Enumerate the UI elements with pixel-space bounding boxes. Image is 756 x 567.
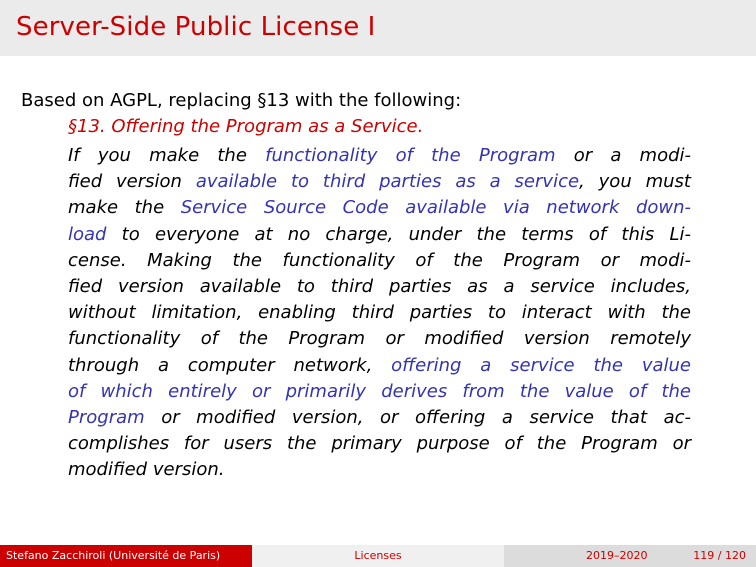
body-line: make the Service Source Code available v… [68,195,691,221]
footer-info-box: 2019–2020 119 / 120 [504,545,756,567]
body-line: of which entirely or primarily derives f… [68,379,691,405]
highlighted-phrase: of which entirely or primarily derives f… [68,380,691,402]
body-line: fied version available to third parties … [68,169,691,195]
title-bar: Server-Side Public License I [0,0,756,56]
body-phrase: without limitation, enabling third parti… [68,302,691,324]
body-line: modified version. [68,457,691,483]
body-phrase: or a modi- [555,145,692,166]
body-phrase: If you make the [68,145,266,166]
body-line: load to everyone at no charge, under the… [68,222,691,248]
body-phrase: through a computer network, [68,354,392,376]
license-body: If you make the functionality of the Pro… [68,143,691,484]
body-phrase: or modified version, or offering a servi… [144,407,691,429]
body-phrase: fied version available to third parties … [68,276,691,298]
footer-topic-box: Licenses [252,545,504,567]
highlighted-phrase: functionality of the Program [265,145,556,166]
footer-author-box: Stefano Zacchiroli (Université de Paris) [0,545,252,567]
footer-topic: Licenses [354,549,402,562]
footer-page-number: 119 / 120 [693,549,746,562]
highlighted-phrase: available to third parties as a service [195,171,580,193]
body-line: through a computer network, offering a s… [68,353,691,379]
lead-text: Based on AGPL, replacing §13 with the fo… [21,90,462,111]
body-line: without limitation, enabling third parti… [68,300,691,326]
body-phrase: functionality of the Program or modified… [68,328,691,350]
highlighted-phrase: offering a service the value [391,354,691,376]
body-line: If you make the functionality of the Pro… [68,143,691,169]
body-phrase: modified version. [68,459,225,481]
slide-title: Server-Side Public License I [16,12,376,42]
highlighted-phrase: load [68,223,107,245]
footer-date: 2019–2020 [586,549,648,562]
body-phrase: make the [68,197,181,219]
body-phrase: fied version [68,171,196,193]
highlighted-phrase: Program [68,407,145,429]
body-line: fied version available to third parties … [68,274,691,300]
body-phrase: , you must [579,171,691,193]
footer-author: Stefano Zacchiroli (Université de Paris) [6,549,221,562]
body-line: Program or modified version, or offering… [68,405,691,431]
footer: Stefano Zacchiroli (Université de Paris)… [0,545,756,567]
body-line: complishes for users the primary purpose… [68,431,691,457]
body-phrase: to everyone at no charge, under the term… [106,223,691,245]
body-phrase: complishes for users the primary purpose… [68,433,691,455]
body-line: functionality of the Program or modified… [68,326,691,352]
body-line: cense. Making the functionality of the P… [68,248,691,274]
highlighted-phrase: Service Source Code available via networ… [180,197,692,219]
section-heading: §13. Offering the Program as a Service. [68,116,424,137]
body-phrase: cense. Making the functionality of the P… [68,249,691,271]
